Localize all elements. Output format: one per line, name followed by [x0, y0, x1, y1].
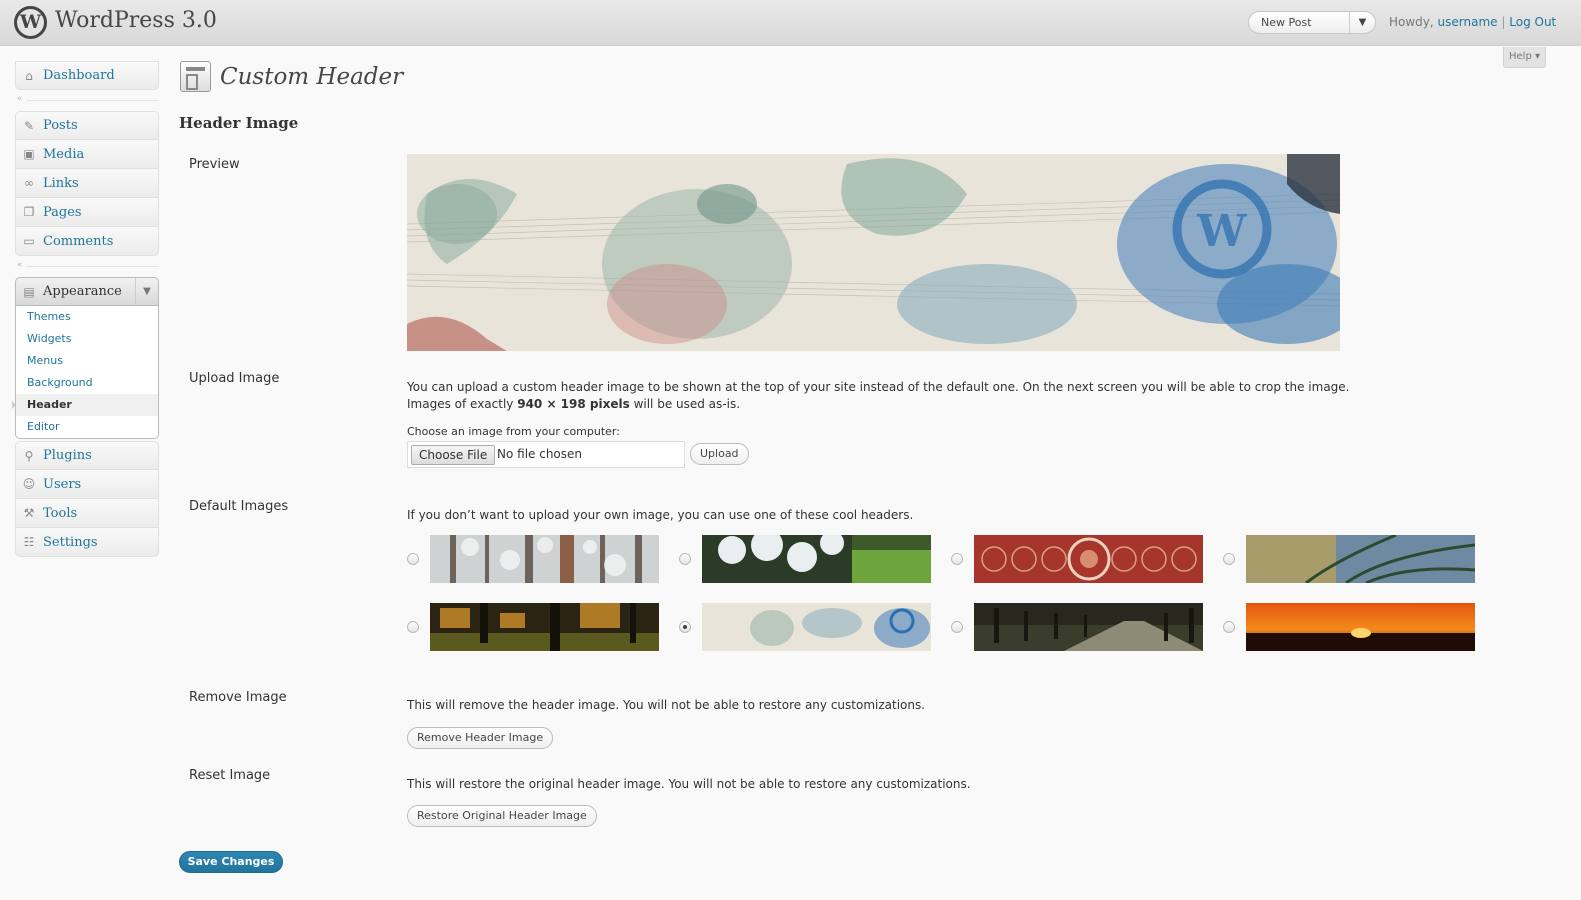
header-radio-sunset[interactable] [1223, 621, 1235, 633]
appearance-submenu: Themes Widgets Menus Background Header E… [12, 306, 159, 439]
menu-separator: « [15, 90, 159, 111]
menu-links[interactable]: ∞ Links [15, 169, 159, 198]
save-changes-button[interactable]: Save Changes [179, 851, 283, 873]
submenu-background[interactable]: Background [16, 372, 158, 394]
thumbnail-red-pattern[interactable] [974, 535, 1203, 583]
wordpress-logo-icon[interactable]: W [14, 6, 47, 39]
site-title[interactable]: WordPress 3.0 [55, 8, 217, 33]
header-radio-fern[interactable] [1223, 553, 1235, 565]
plugin-icon: ⚲ [24, 448, 34, 463]
howdy-text: Howdy, [1389, 15, 1434, 29]
default-images-label: Default Images [189, 499, 289, 514]
menu-appearance[interactable]: ▤ Appearance ▼ [15, 277, 159, 306]
menu-pages[interactable]: ❐ Pages [15, 198, 159, 227]
media-icon: ▣ [23, 147, 35, 161]
separator: | [1501, 15, 1506, 29]
header-radio-snowy-forest[interactable] [407, 553, 419, 565]
file-input[interactable]: Choose File No file chosen [407, 441, 685, 468]
section-title: Header Image [179, 114, 299, 132]
link-icon: ∞ [24, 176, 34, 190]
pages-icon: ❐ [23, 205, 35, 219]
reset-image-description: This will restore the original header im… [407, 777, 971, 791]
default-images-description: If you don’t want to upload your own ima… [407, 508, 914, 522]
thumbnail-cherry-blossom[interactable] [702, 535, 931, 583]
users-icon: ☺ [22, 477, 36, 491]
menu-separator: « [15, 256, 159, 277]
comment-icon: ▭ [23, 234, 35, 248]
appearance-icon: ▤ [23, 284, 35, 299]
settings-icon: ☷ [23, 535, 35, 549]
thumbnail-fern[interactable] [1246, 535, 1475, 583]
thumbnail-sunset[interactable] [1246, 603, 1475, 651]
dropdown-arrow-icon[interactable]: ▼ [1349, 12, 1375, 33]
help-tab[interactable]: Help ▾ [1503, 47, 1546, 68]
upload-desc-line-2: Images of exactly 940 × 198 pixels will … [407, 397, 741, 411]
remove-image-description: This will remove the header image. You w… [407, 698, 926, 712]
remove-image-label: Remove Image [189, 690, 287, 705]
header-preview-image: W [407, 154, 1340, 351]
menu-users[interactable]: ☺ Users [15, 470, 159, 499]
menu-posts[interactable]: ✎ Posts [15, 111, 159, 140]
user-info: Howdy, username | Log Out [1389, 15, 1556, 29]
remove-header-image-button[interactable]: Remove Header Image [407, 727, 554, 749]
menu-toggle-icon[interactable]: ▼ [135, 278, 158, 305]
submenu-header[interactable]: Header [12, 394, 158, 416]
svg-text:W: W [1196, 206, 1247, 257]
reset-image-label: Reset Image [189, 768, 271, 783]
header-radio-cherry-blossom[interactable] [679, 553, 691, 565]
tools-icon: ⚒ [23, 506, 35, 520]
menu-dashboard[interactable]: ⌂ Dashboard [15, 61, 159, 90]
header-radio-red-pattern[interactable] [951, 553, 963, 565]
new-post-dropdown[interactable]: New Post ▼ [1248, 11, 1376, 34]
submenu-editor[interactable]: Editor [16, 416, 158, 438]
thumbnail-tree-path[interactable] [974, 603, 1203, 651]
logout-link[interactable]: Log Out [1509, 15, 1556, 29]
choose-file-button[interactable]: Choose File [411, 445, 496, 465]
menu-media[interactable]: ▣ Media [15, 140, 159, 169]
image-dimensions: 940 × 198 pixels [517, 397, 630, 411]
collapse-icon[interactable]: « [17, 94, 23, 104]
no-file-text: No file chosen [497, 447, 583, 461]
header-radio-sunlit-forest[interactable] [407, 621, 419, 633]
submenu-menus[interactable]: Menus [16, 350, 158, 372]
collapse-icon[interactable]: « [17, 260, 23, 270]
thumbnail-sunlit-forest[interactable] [430, 603, 659, 651]
upload-description: You can upload a custom header image to … [407, 379, 1349, 413]
thumbnail-ink-wash[interactable] [702, 603, 931, 651]
restore-original-header-image-button[interactable]: Restore Original Header Image [407, 805, 597, 827]
home-icon: ⌂ [25, 68, 33, 83]
username-link[interactable]: username [1438, 15, 1498, 29]
menu-settings[interactable]: ☷ Settings [15, 528, 159, 557]
admin-menu: ⌂ Dashboard « ✎ Posts ▣ Media ∞ Links ❐ Pages… [12, 61, 159, 557]
thumbnail-snowy-forest[interactable] [430, 535, 659, 583]
menu-comments[interactable]: ▭ Comments [15, 227, 159, 256]
page-heading: Custom Header [180, 61, 403, 92]
header-radio-tree-path[interactable] [951, 621, 963, 633]
pin-icon: ✎ [23, 118, 35, 133]
menu-plugins[interactable]: ⚲ Plugins [15, 441, 159, 470]
upload-button[interactable]: Upload [690, 443, 749, 465]
upload-desc-line-1: You can upload a custom header image to … [407, 380, 1350, 394]
header-radio-ink-wash[interactable] [679, 621, 691, 633]
submenu-widgets[interactable]: Widgets [16, 328, 158, 350]
new-post-label[interactable]: New Post [1261, 16, 1312, 29]
choose-image-label: Choose an image from your computer: [407, 425, 620, 438]
upload-label: Upload Image [189, 371, 280, 386]
admin-header: W WordPress 3.0 New Post ▼ Howdy, userna… [0, 0, 1581, 46]
menu-tools[interactable]: ⚒ Tools [15, 499, 159, 528]
appearance-page-icon [180, 61, 211, 92]
page-title: Custom Header [220, 63, 404, 90]
preview-label: Preview [189, 157, 240, 172]
submenu-themes[interactable]: Themes [16, 306, 158, 328]
